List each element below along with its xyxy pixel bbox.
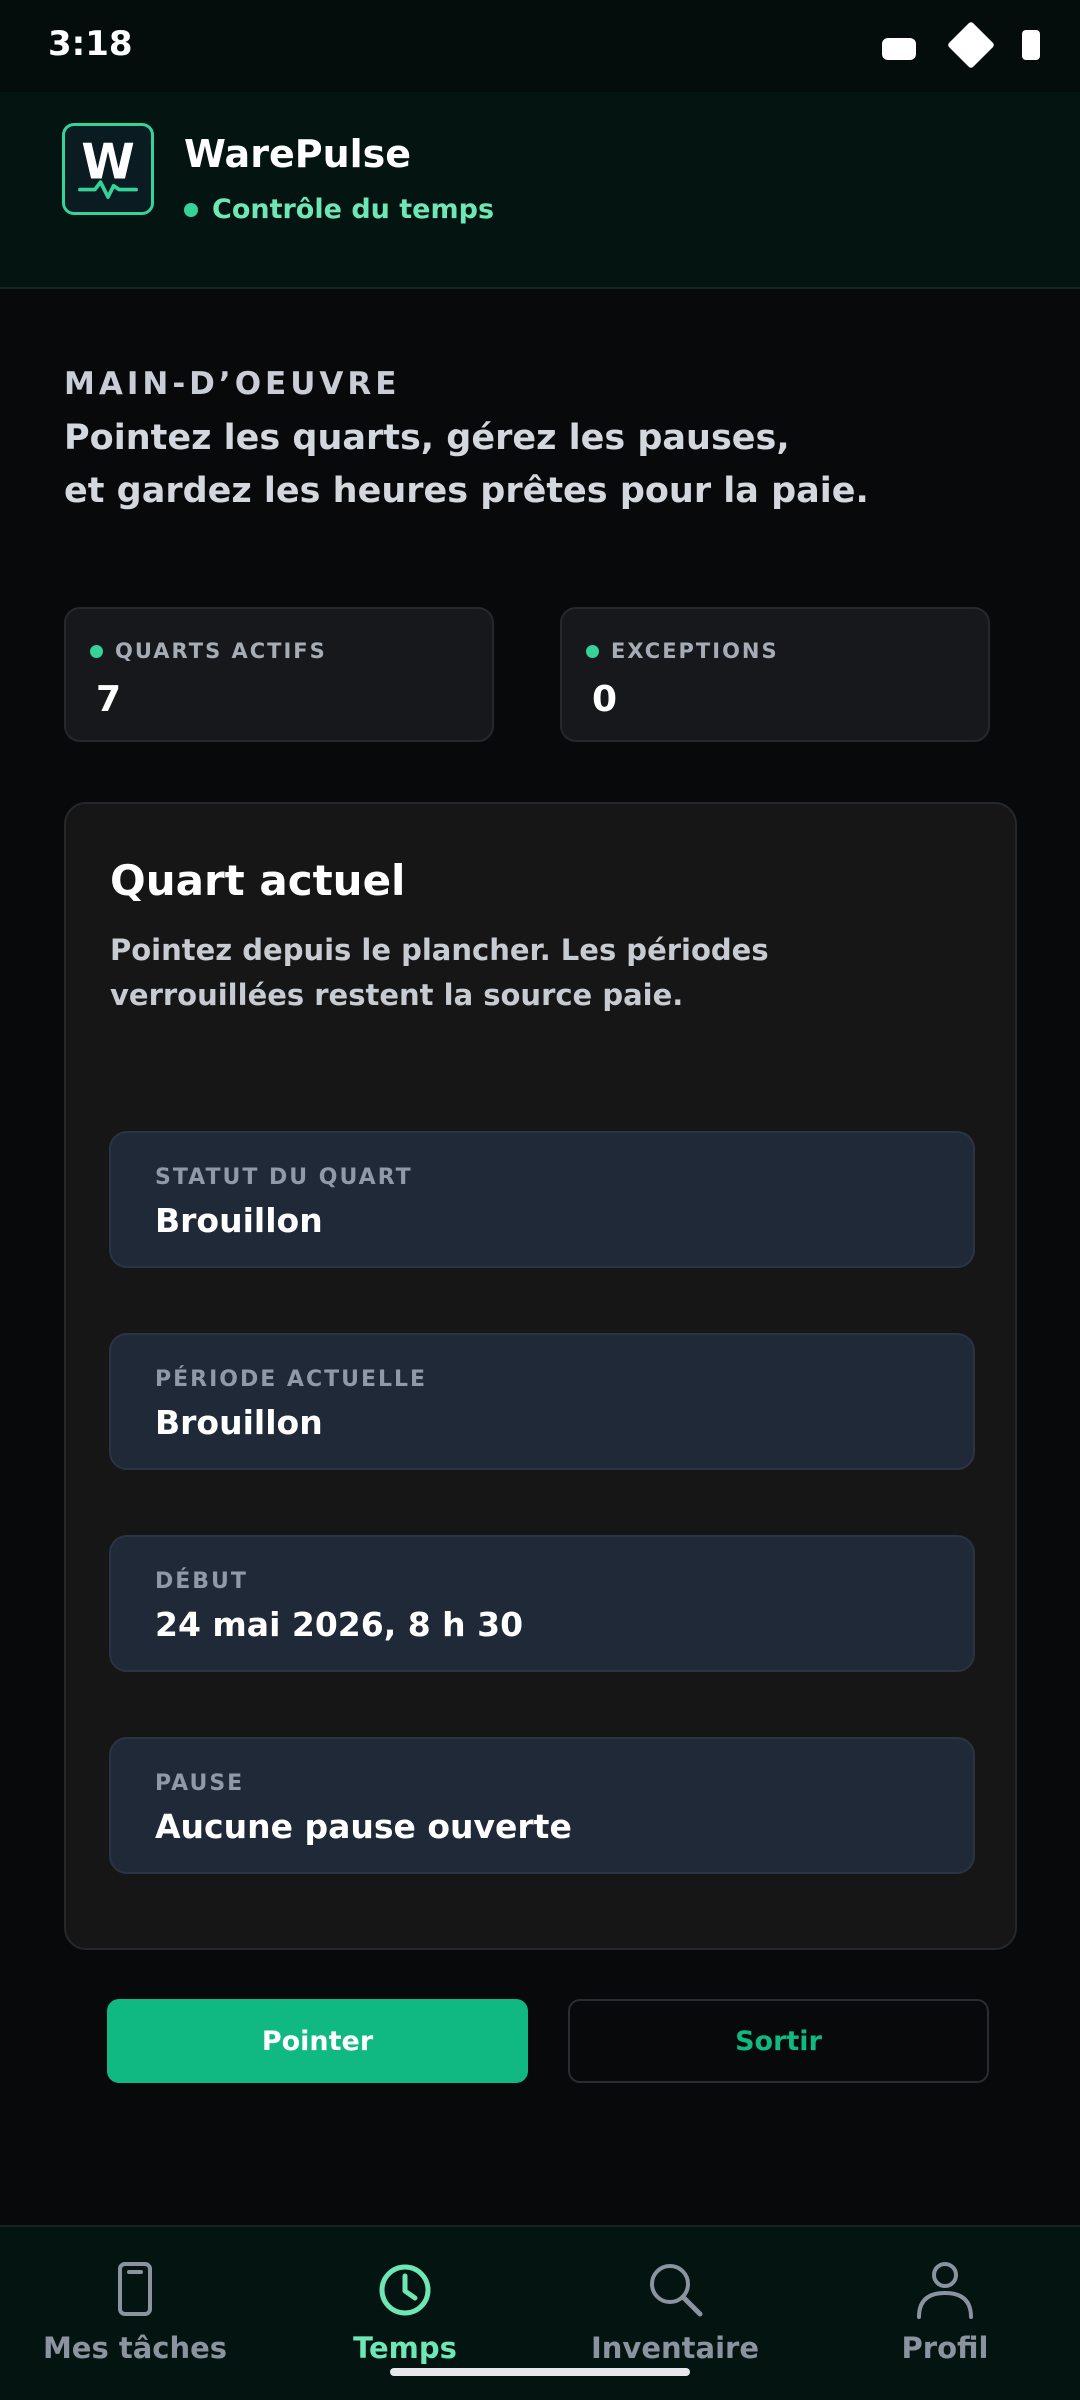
status-dot-icon xyxy=(184,202,198,217)
card-description-line-2: verrouillées restent la source paie. xyxy=(110,978,684,1012)
stat-label-text: QUARTS ACTIFS xyxy=(115,639,327,663)
card-description: Pointez depuis le plancher. Les périodes… xyxy=(110,928,830,1018)
field-label: PAUSE xyxy=(155,1771,245,1796)
app-logo-icon: W xyxy=(62,123,154,215)
wifi-icon xyxy=(882,38,916,60)
nav-label: Mes tâches xyxy=(42,2331,228,2365)
nav-label: Inventaire xyxy=(591,2331,759,2365)
section-kicker: MAIN-D’OEUVRE xyxy=(64,366,401,402)
app-title: WarePulse xyxy=(184,132,412,176)
card-description-line-1: Pointez depuis le plancher. Les périodes xyxy=(110,933,769,967)
screen: 3:18 W WarePulse Contrôle du temps MAIN-… xyxy=(0,0,1080,2400)
field-value: Aucune pause ouverte xyxy=(155,1807,572,1846)
field-start: DÉBUT 24 mai 2026, 8 h 30 xyxy=(109,1535,975,1672)
field-label: STATUT DU QUART xyxy=(155,1165,413,1190)
signal-icon xyxy=(946,20,996,70)
stat-label: EXCEPTIONS xyxy=(586,639,779,663)
stat-label: QUARTS ACTIFS xyxy=(90,639,327,663)
field-current-period: PÉRIODE ACTUELLE Brouillon xyxy=(109,1333,975,1470)
person-icon xyxy=(917,2262,973,2319)
hero-line-1: Pointez les quarts, gérez les pauses, xyxy=(64,418,790,458)
stat-label-text: EXCEPTIONS xyxy=(611,639,779,663)
status-bar: 3:18 xyxy=(0,0,1080,92)
field-shift-status: STATUT DU QUART Brouillon xyxy=(109,1131,975,1268)
status-dot-icon xyxy=(90,644,103,658)
status-time: 3:18 xyxy=(48,24,133,64)
logo-letter: W xyxy=(81,134,135,190)
clock-icon xyxy=(379,2264,431,2316)
home-indicator[interactable] xyxy=(390,2368,690,2376)
phone-icon xyxy=(118,2262,152,2316)
hero-line-2: et gardez les heures prêtes pour la paie… xyxy=(64,471,869,511)
nav-label: Temps xyxy=(353,2331,457,2365)
field-value: Brouillon xyxy=(155,1201,323,1240)
stat-value: 0 xyxy=(592,679,618,720)
current-shift-card: Quart actuel Pointez depuis le plancher.… xyxy=(64,802,1017,1950)
app-header: W WarePulse Contrôle du temps xyxy=(0,92,1080,289)
field-break: PAUSE Aucune pause ouverte xyxy=(109,1737,975,1874)
field-value: 24 mai 2026, 8 h 30 xyxy=(155,1605,524,1644)
hero-text: Pointez les quarts, gérez les pauses, et… xyxy=(64,412,964,518)
status-dot-icon xyxy=(586,644,599,658)
card-title: Quart actuel xyxy=(110,856,406,905)
nav-item-profile[interactable]: Profil xyxy=(810,2227,1080,2400)
field-label: PÉRIODE ACTUELLE xyxy=(155,1367,428,1392)
nav-label: Profil xyxy=(901,2331,989,2365)
stat-card-active-shifts: QUARTS ACTIFS 7 xyxy=(64,607,494,742)
field-value: Brouillon xyxy=(155,1403,323,1442)
stat-card-exceptions: EXCEPTIONS 0 xyxy=(560,607,990,742)
clock-out-button[interactable]: Sortir xyxy=(568,1999,989,2083)
nav-item-tasks[interactable]: Mes tâches xyxy=(0,2227,270,2400)
app-subtitle: Contrôle du temps xyxy=(184,194,494,225)
battery-icon xyxy=(1022,30,1040,60)
search-icon xyxy=(650,2264,703,2317)
app-subtitle-text: Contrôle du temps xyxy=(212,194,495,225)
field-label: DÉBUT xyxy=(155,1569,248,1594)
clock-in-button[interactable]: Pointer xyxy=(107,1999,528,2083)
stat-value: 7 xyxy=(96,679,122,720)
